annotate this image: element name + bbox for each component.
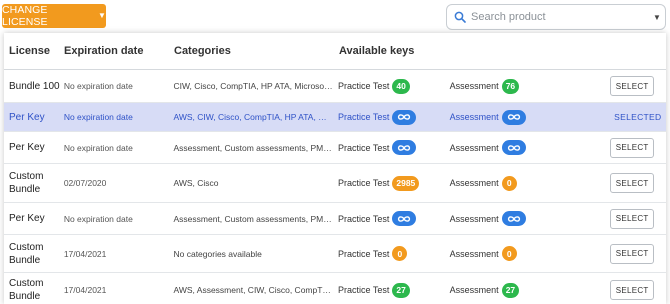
practice-test-count-badge: 40 [392, 78, 410, 94]
select-button[interactable]: SELECT [610, 208, 655, 229]
assessment-label: Assessment [449, 142, 499, 153]
practice-test-label: Practice Test [338, 142, 390, 153]
assessment-keys: Assessment [450, 211, 611, 226]
practice-test-keys: Practice Test 0 [338, 246, 450, 261]
assessment-keys: Assessment 0 [450, 246, 611, 261]
license-name: Custom Bundle [9, 278, 44, 302]
infinity-icon [392, 140, 417, 155]
row-action: SELECT [610, 173, 666, 193]
change-license-button[interactable]: CHANGE LICENSE ▼ [2, 4, 106, 28]
search-dropdown-caret-icon[interactable]: ▼ [649, 13, 665, 22]
assessment-label: Assessment [449, 81, 499, 91]
header-expiration: Expiration date [64, 45, 144, 57]
header-license: License [9, 44, 50, 57]
assessment-keys: Assessment [450, 140, 611, 155]
categories-text: AWS, Assessment, CIW, Cisco, CompTIA, ..… [173, 285, 338, 295]
assessment-count-badge: 76 [501, 78, 520, 94]
practice-test-label: Practice Test [338, 178, 390, 188]
expiration-date: No expiration date [63, 81, 133, 91]
assessment-count-badge: 27 [501, 282, 520, 298]
select-button[interactable]: SELECT [610, 137, 655, 158]
row-action: SELECTED [610, 112, 666, 122]
practice-test-keys: Practice Test 40 [338, 78, 450, 94]
expiration-date: 17/04/2021 [63, 248, 107, 259]
practice-test-label: Practice Test [338, 81, 390, 91]
practice-test-keys: Practice Test [338, 109, 450, 125]
categories-text: No categories available [173, 248, 262, 259]
header-categories: Categories [174, 45, 231, 57]
assessment-count-badge: 0 [501, 246, 517, 261]
search-input[interactable] [469, 7, 649, 27]
table-header: License Expiration date Categories Avail… [4, 33, 666, 70]
selected-label: SELECTED [614, 112, 662, 122]
license-name: Per Key [9, 142, 45, 153]
assessment-label: Assessment [449, 285, 499, 295]
practice-test-keys: Practice Test [338, 140, 450, 155]
table-row[interactable]: Custom Bundle 17/04/2021 AWS, Assessment… [4, 273, 666, 304]
assessment-label: Assessment [449, 213, 499, 224]
table-row[interactable]: Per Key No expiration date Assessment, C… [4, 132, 666, 164]
table-row[interactable]: Per Key No expiration date Assessment, C… [4, 203, 666, 235]
infinity-icon [392, 109, 417, 125]
infinity-icon [501, 211, 526, 226]
license-name: Per Key [9, 111, 45, 123]
table-row[interactable]: Custom Bundle 02/07/2020 AWS, Cisco Prac… [4, 164, 666, 203]
assessment-label: Assessment [449, 112, 499, 122]
table-body: Bundle 100 No expiration date CIW, Cisco… [4, 70, 666, 304]
table-row[interactable]: Bundle 100 No expiration date CIW, Cisco… [4, 70, 666, 103]
assessment-keys: Assessment 0 [449, 175, 611, 191]
table-row[interactable]: Custom Bundle 17/04/2021 No categories a… [4, 235, 666, 273]
assessment-count-badge: 0 [501, 175, 517, 191]
practice-test-label: Practice Test [338, 285, 390, 295]
row-action: SELECT [610, 208, 666, 229]
row-action: SELECT [610, 243, 666, 264]
row-action: SELECT [610, 76, 666, 96]
categories-text: Assessment, Custom assessments, PMI, ... [173, 213, 338, 224]
license-table: License Expiration date Categories Avail… [4, 33, 666, 304]
infinity-icon [392, 211, 417, 226]
select-button[interactable]: SELECT [610, 243, 655, 264]
license-name: Custom Bundle [9, 171, 44, 195]
infinity-icon [501, 109, 526, 125]
practice-test-keys: Practice Test 27 [338, 282, 450, 298]
assessment-label: Assessment [449, 178, 499, 188]
license-name: Bundle 100 [9, 80, 60, 92]
practice-test-label: Practice Test [338, 112, 390, 122]
expiration-date: No expiration date [63, 142, 133, 153]
categories-text: AWS, Cisco [173, 178, 219, 188]
categories-text: AWS, CIW, Cisco, CompTIA, HP ATA, Micros… [173, 112, 338, 122]
assessment-keys: Assessment [449, 109, 611, 125]
assessment-keys: Assessment 76 [449, 78, 611, 94]
license-name: Custom Bundle [9, 241, 44, 266]
row-action: SELECT [610, 137, 666, 158]
select-button[interactable]: SELECT [610, 76, 655, 96]
practice-test-keys: Practice Test 2985 [338, 175, 450, 191]
expiration-date: 02/07/2020 [63, 178, 107, 188]
expiration-date: 17/04/2021 [63, 285, 107, 295]
practice-test-count-badge: 27 [392, 282, 410, 298]
chevron-down-icon: ▼ [97, 11, 106, 20]
categories-text: Assessment, Custom assessments, PMI, ... [173, 142, 338, 153]
assessment-keys: Assessment 27 [449, 282, 611, 298]
row-action: SELECT [610, 280, 666, 300]
change-license-label: CHANGE LICENSE [2, 4, 48, 28]
select-button[interactable]: SELECT [610, 173, 655, 193]
practice-test-keys: Practice Test [338, 211, 450, 226]
license-name: Per Key [9, 213, 45, 224]
header-available-keys: Available keys [339, 45, 415, 57]
assessment-label: Assessment [449, 248, 499, 259]
practice-test-label: Practice Test [338, 248, 390, 259]
practice-test-count-badge: 2985 [392, 175, 420, 191]
expiration-date: No expiration date [63, 213, 133, 224]
search-icon [451, 11, 469, 23]
search-box[interactable]: ▼ [446, 4, 666, 30]
practice-test-label: Practice Test [338, 213, 390, 224]
expiration-date: No expiration date [63, 112, 133, 122]
infinity-icon [501, 140, 526, 155]
practice-test-count-badge: 0 [392, 246, 408, 261]
table-row[interactable]: Per Key No expiration date AWS, CIW, Cis… [4, 103, 666, 132]
categories-text: CIW, Cisco, CompTIA, HP ATA, Microsoft, … [173, 81, 338, 91]
select-button[interactable]: SELECT [610, 280, 655, 300]
